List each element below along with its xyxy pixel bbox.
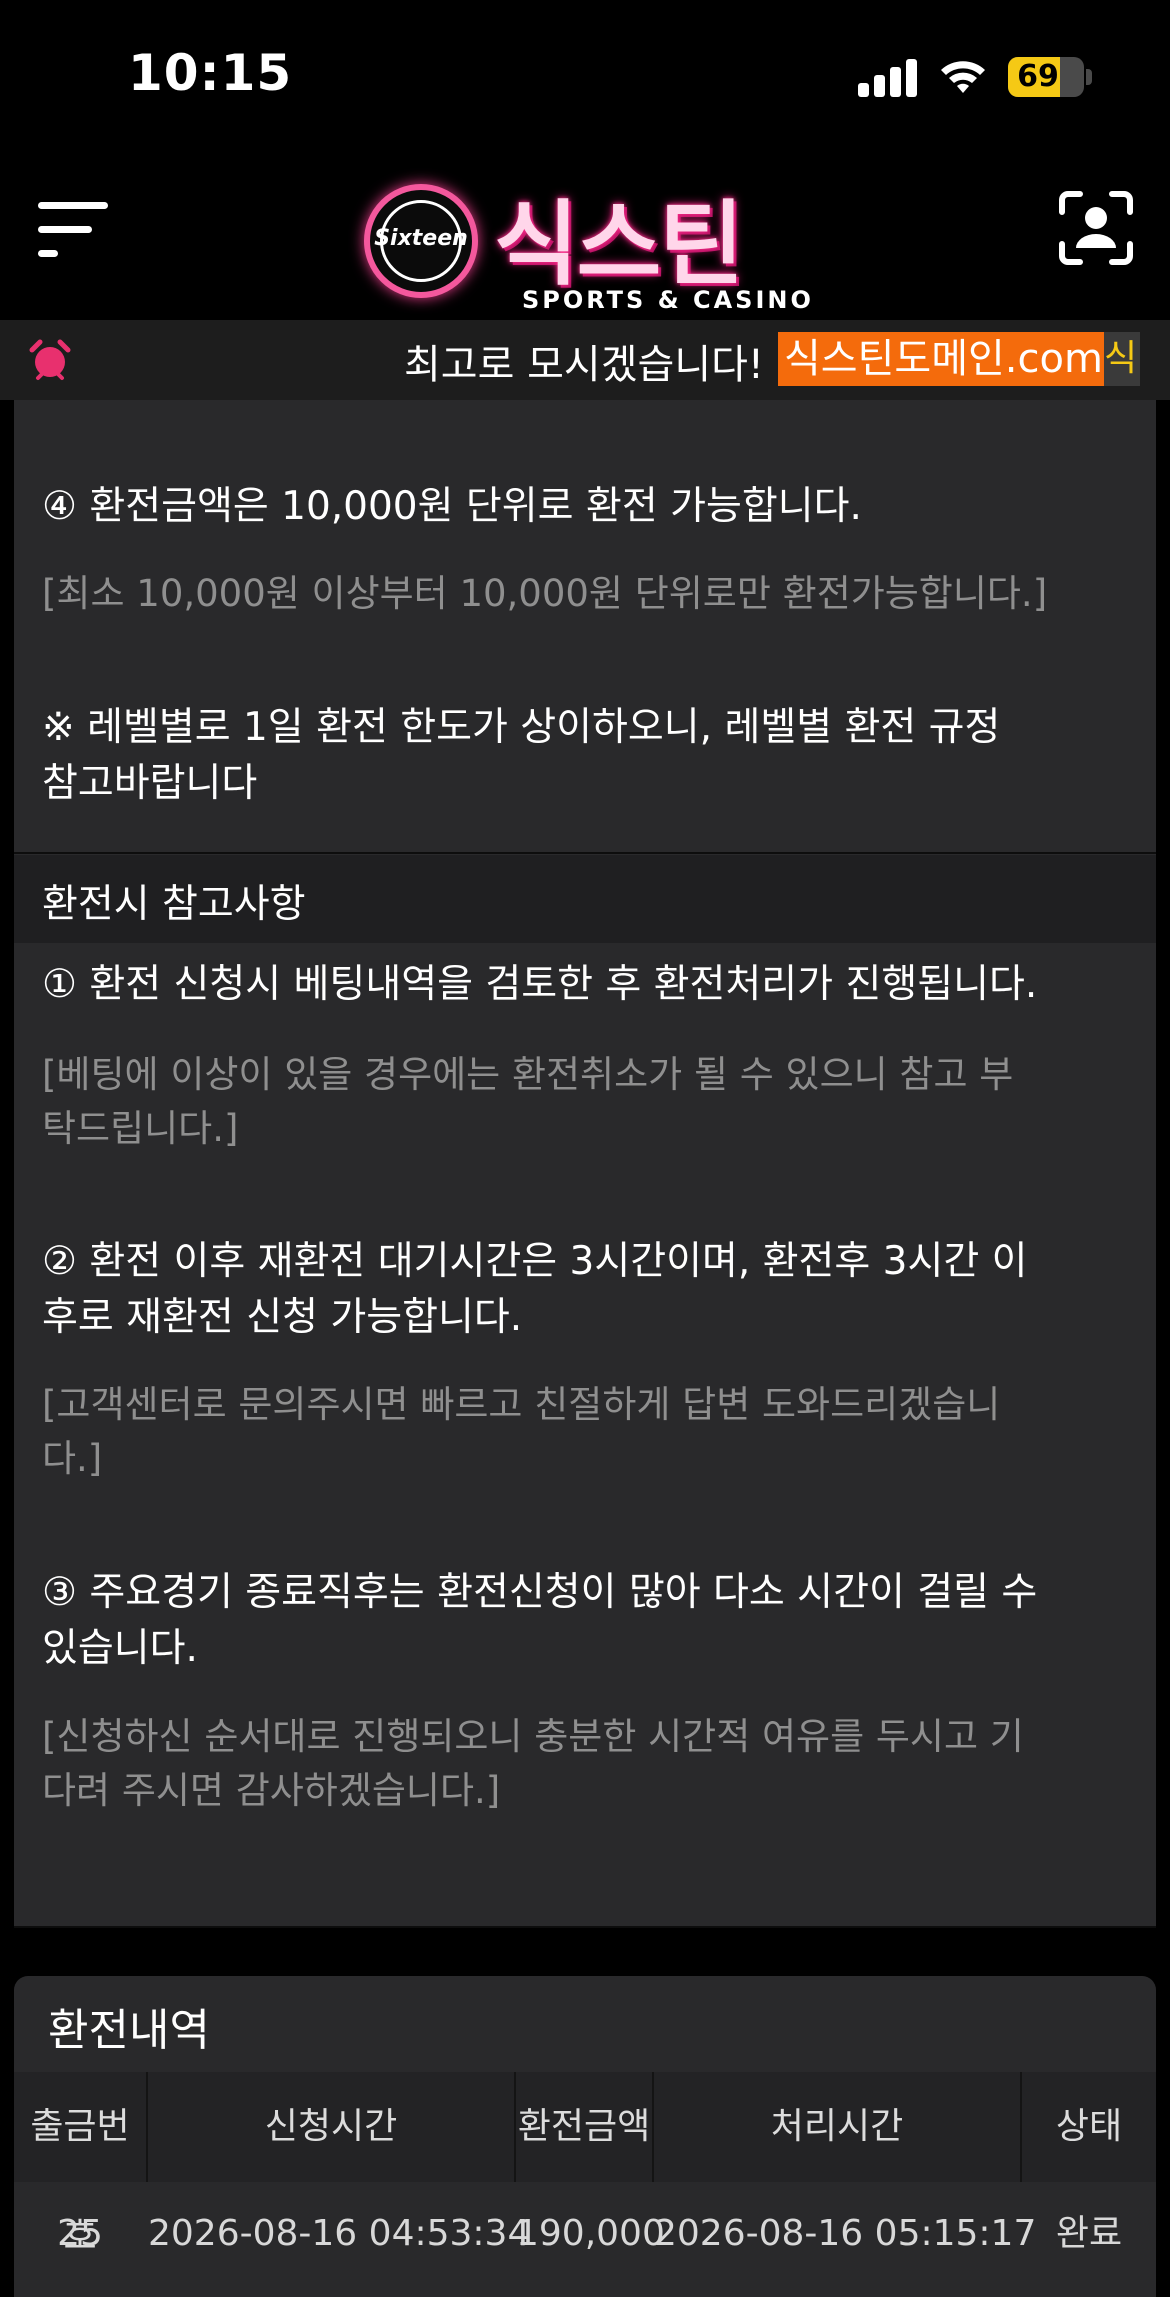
ticker-message: 최고로 모시겠습니다!: [404, 342, 764, 388]
withdrawal-notice-panel: ④ 환전금액은 10,000원 단위로 환전 가능합니다. [최소 10,000…: [14, 400, 1156, 1928]
user-profile-icon[interactable]: [1058, 190, 1134, 266]
column-header-requested-time: 신청시간: [148, 2072, 514, 2182]
cell-id: 25: [57, 2213, 103, 2254]
logo-badge: Sixteen: [364, 184, 478, 298]
notice-item2-note-line2: 다.]: [42, 1437, 103, 1480]
status-time: 10:15: [128, 44, 293, 102]
alarm-bell-icon: [29, 339, 71, 380]
withdrawal-history-panel: 환전내역 출금번호 신청시간 환전금액 처리시간 상태 25 2026-08-1…: [14, 1976, 1156, 2297]
notice-item1-title: ① 환전 신청시 베팅내역을 검토한 후 환전처리가 진행됩니다.: [42, 962, 1038, 1007]
logo-badge-text: Sixteen: [374, 226, 468, 251]
notice-level-line2: 참고바랍니다: [42, 761, 258, 806]
notice-item2-title-line1: ② 환전 이후 재환전 대기시간은 3시간이며, 환전후 3시간 이: [42, 1239, 1028, 1284]
history-title: 환전내역: [48, 2005, 210, 2056]
divider: [14, 1926, 1156, 1928]
notice-item3-note-line2: 다려 주시면 감사하겠습니다.]: [42, 1769, 501, 1812]
section-title: 환전시 참고사항: [42, 882, 306, 927]
notice-item3-note-line1: [신청하신 순서대로 진행되오니 충분한 시간적 여유를 두시고 기: [42, 1715, 1024, 1758]
wifi-icon: [941, 61, 985, 93]
battery-tip: [1086, 69, 1092, 85]
battery-icon: 69: [1008, 57, 1084, 97]
logo-title: 식스틴: [494, 191, 744, 298]
notice-item3-title-line2: 있습니다.: [42, 1626, 198, 1671]
hamburger-menu-icon[interactable]: [38, 196, 112, 260]
notice-item1-note-line2: 탁드립니다.]: [42, 1107, 239, 1150]
site-header: Sixteen 식스틴 SPORTS & CASINO: [0, 160, 1170, 320]
notice-section-header: 환전시 참고사항: [14, 855, 1156, 943]
column-header-amount: 환전금액: [516, 2072, 652, 2182]
cell-processed-time: 2026-08-16 05:15:17: [654, 2213, 1037, 2254]
announcement-ticker: 최고로 모시겠습니다! 식스틴도메인.com 식: [0, 320, 1170, 400]
cell-requested-time: 2026-08-16 04:53:34: [148, 2213, 531, 2254]
ticker-domain-link[interactable]: 식스틴도메인.com: [778, 332, 1109, 386]
notice-item3-title-line1: ③ 주요경기 종료직후는 환전신청이 많아 다소 시간이 걸릴 수: [42, 1570, 1038, 1615]
cell-status: 완료: [1055, 2213, 1123, 2254]
cell-amount: 190,000: [516, 2213, 665, 2254]
cellular-signal-icon: [858, 57, 918, 97]
column-header-processed-time: 처리시간: [654, 2072, 1020, 2182]
divider: [14, 852, 1156, 854]
battery-percent: 69: [1017, 59, 1059, 94]
status-bar: 10:15 69: [0, 0, 1170, 160]
notice-item2-note-line1: [고객센터로 문의주시면 빠르고 친절하게 답변 도와드리겠습니: [42, 1383, 1001, 1426]
notice-item2-title-line2: 후로 재환전 신청 가능합니다.: [42, 1295, 523, 1340]
ticker-next-text: 식: [1104, 332, 1140, 386]
column-header-status: 상태: [1022, 2072, 1156, 2182]
notice-level-line1: ※ 레벨별로 1일 환전 한도가 상이하오니, 레벨별 환전 규정: [42, 705, 1001, 750]
column-header-id: 출금번호: [14, 2072, 146, 2257]
notice-item4-note: [최소 10,000원 이상부터 10,000원 단위로만 환전가능합니다.]: [42, 572, 1048, 615]
logo-subtitle: SPORTS & CASINO: [522, 286, 814, 314]
notice-item1-note-line1: [베팅에 이상이 있을 경우에는 환전취소가 될 수 있으니 참고 부: [42, 1053, 1014, 1096]
site-logo[interactable]: Sixteen 식스틴 SPORTS & CASINO: [364, 172, 814, 314]
notice-item4-title: ④ 환전금액은 10,000원 단위로 환전 가능합니다.: [42, 484, 862, 529]
